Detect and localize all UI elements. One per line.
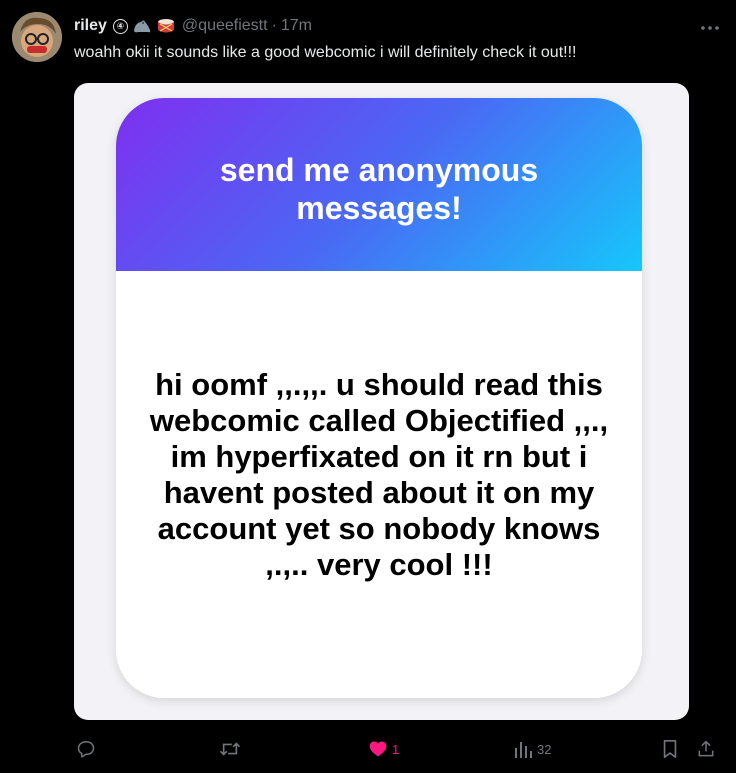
retweet-icon bbox=[219, 742, 241, 756]
heart-icon bbox=[369, 741, 387, 757]
seal-icon bbox=[132, 17, 152, 35]
bookmark-button[interactable] bbox=[661, 739, 679, 759]
reply-icon bbox=[77, 741, 95, 758]
avatar-image bbox=[12, 12, 62, 62]
card-header: send me anonymous messages! bbox=[116, 98, 642, 271]
author-name[interactable]: riley bbox=[74, 17, 107, 35]
drum-icon bbox=[156, 17, 176, 35]
retweet-button[interactable] bbox=[219, 739, 241, 759]
share-button[interactable] bbox=[696, 739, 716, 759]
action-bar: 1 32 bbox=[0, 736, 736, 764]
like-button[interactable]: 1 bbox=[368, 739, 399, 759]
separator: · bbox=[271, 17, 277, 34]
anonymous-message-card: send me anonymous messages! hi oomf ,,.,… bbox=[116, 98, 642, 698]
tweet-header: riley ④ @queefiestt · 17m bbox=[74, 16, 312, 36]
bookmark-icon bbox=[663, 740, 677, 758]
card-body: hi oomf ,,.,,. u should read this webcom… bbox=[116, 271, 642, 698]
card-title: send me anonymous messages! bbox=[219, 151, 539, 226]
author-handle[interactable]: @queefiestt bbox=[182, 17, 268, 35]
reply-button[interactable] bbox=[76, 739, 96, 759]
share-icon bbox=[698, 740, 714, 757]
more-icon[interactable] bbox=[700, 16, 720, 34]
avatar[interactable] bbox=[12, 12, 62, 62]
like-count: 1 bbox=[392, 741, 400, 757]
views-count: 32 bbox=[537, 741, 552, 757]
card-message: hi oomf ,,.,,. u should read this webcom… bbox=[149, 366, 609, 582]
views-icon bbox=[515, 742, 532, 758]
timestamp[interactable]: 17m bbox=[281, 17, 312, 35]
tweet-text: woahh okii it sounds like a good webcomi… bbox=[74, 44, 577, 61]
attached-image[interactable]: send me anonymous messages! hi oomf ,,.,… bbox=[74, 83, 689, 720]
badge-number: ④ bbox=[112, 18, 128, 34]
views-button[interactable]: 32 bbox=[513, 740, 551, 758]
